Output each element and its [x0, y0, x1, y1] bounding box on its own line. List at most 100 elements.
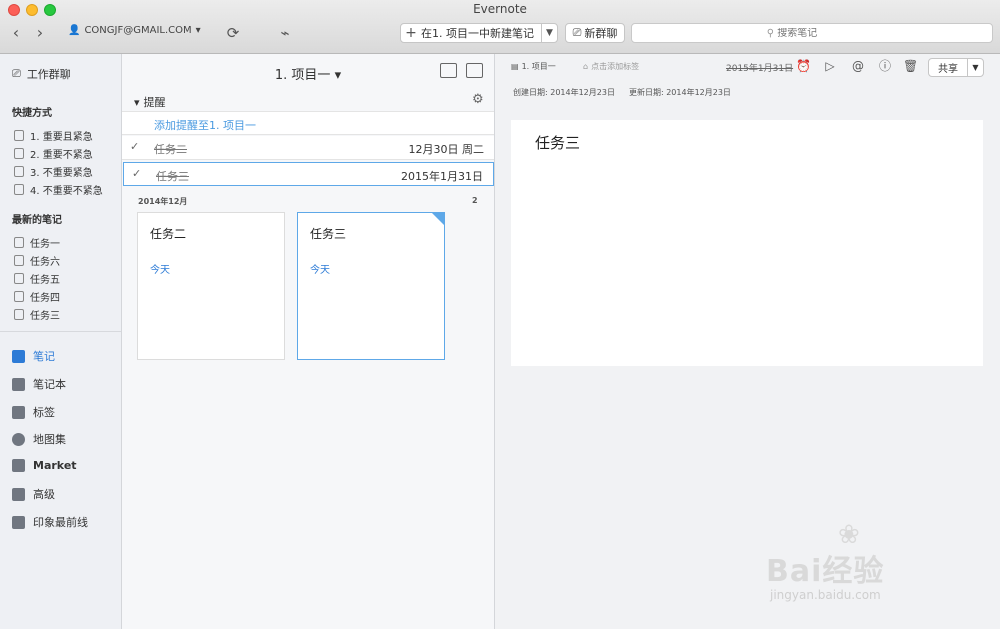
- share-button[interactable]: 共享 ▼: [928, 58, 984, 77]
- tag-input[interactable]: ⌂ 点击添加标签: [583, 61, 639, 72]
- info-icon[interactable]: ⓘ: [878, 59, 892, 73]
- window-title: Evernote: [473, 2, 527, 16]
- sidebar-item-frontline[interactable]: 印象最前线: [12, 514, 88, 530]
- sidebar-divider: [0, 331, 121, 332]
- reminder-name: 任务三: [156, 170, 189, 183]
- sidebar-item-notes[interactable]: 笔记: [12, 348, 55, 364]
- sidebar-item-label: 印象最前线: [33, 516, 88, 529]
- notebook-icon: [12, 377, 25, 391]
- sidebar-item-label: Market: [33, 459, 77, 472]
- chevron-down-icon[interactable]: ▼: [541, 24, 557, 42]
- reminder-row[interactable]: ✓ 任务二 12月30日 周二: [122, 136, 494, 160]
- shortcut-label: 2. 重要不紧急: [30, 150, 93, 161]
- notebook-label: 1. 项目一: [521, 62, 556, 71]
- note-card[interactable]: 任务二 今天: [137, 212, 285, 360]
- recent-note-item[interactable]: 任务四: [14, 289, 60, 304]
- notebook-icon: [14, 148, 24, 159]
- recent-note-item[interactable]: 任务一: [14, 235, 60, 250]
- recent-note-item[interactable]: 任务三: [14, 307, 60, 322]
- recent-note-item[interactable]: 任务六: [14, 253, 60, 268]
- view-options-icon[interactable]: [466, 63, 483, 78]
- tag-icon: [12, 405, 25, 419]
- notebook-icon: [14, 184, 24, 195]
- new-chat-button[interactable]: ⎚ 新群聊: [565, 23, 625, 43]
- shortcut-item[interactable]: 3. 不重要紧急: [14, 164, 93, 179]
- forward-arrow-icon[interactable]: ›: [30, 23, 50, 43]
- at-mention-icon[interactable]: @: [851, 59, 865, 73]
- premium-icon: [12, 487, 25, 501]
- trash-icon[interactable]: 🗑: [903, 59, 918, 73]
- reminder-row-selected[interactable]: ✓ 任务三 2015年1月31日: [123, 162, 494, 186]
- checkmark-icon[interactable]: ✓: [130, 140, 139, 153]
- back-arrow-icon[interactable]: ‹: [6, 23, 26, 43]
- sidebar-item-market[interactable]: Market: [12, 459, 77, 472]
- sidebar-item-label: 笔记: [33, 350, 55, 363]
- created-date: 创建日期: 2014年12月23日: [513, 88, 615, 97]
- note-icon: [14, 309, 24, 320]
- notes-icon: [12, 349, 25, 363]
- recent-note-item[interactable]: 任务五: [14, 271, 60, 286]
- add-reminder-label: 添加提醒至1. 项目一: [154, 119, 256, 132]
- toolbar: ‹ › 👤 CONGJF@GMAIL.COM ▾ ⟳ ⌁ + 在1. 项目一中新…: [0, 21, 1000, 47]
- activity-icon[interactable]: ⌁: [274, 23, 296, 43]
- reminders-heading[interactable]: ▾ 提醒: [134, 94, 166, 110]
- tag-placeholder: 点击添加标签: [591, 62, 640, 71]
- chat-icon: ⎚: [572, 26, 582, 39]
- shortcut-item[interactable]: 2. 重要不紧急: [14, 146, 93, 161]
- baidu-watermark: ❀ Bai经验 jingyan.baidu.com: [766, 520, 946, 610]
- shortcut-label: 1. 重要且紧急: [30, 132, 93, 143]
- shortcut-item[interactable]: 4. 不重要不紧急: [14, 182, 103, 197]
- sync-icon[interactable]: ⟳: [222, 23, 244, 43]
- account-switcher[interactable]: 👤 CONGJF@GMAIL.COM ▾: [68, 25, 201, 36]
- notebook-title-dropdown[interactable]: 1. 项目一 ▾: [122, 64, 494, 83]
- section-count: 2: [472, 196, 478, 205]
- sidebar-item-atlas[interactable]: 地图集: [12, 431, 66, 447]
- updated-date: 更新日期: 2014年12月23日: [628, 88, 731, 97]
- editor-toolbar: ▤ 1. 项目一 ⌂ 点击添加标签 2015年1月31日 ⏰ ▷ @ ⓘ 🗑 共…: [495, 54, 1000, 80]
- sidebar-item-work-chat[interactable]: ⎚ 工作群聊: [12, 66, 71, 82]
- alarm-clock-icon[interactable]: ⏰: [796, 59, 811, 73]
- note-list-header: 1. 项目一 ▾: [122, 54, 494, 90]
- note-list-panel: 1. 项目一 ▾ ▾ 提醒 ⚙ 添加提醒至1. 项目一 ✓ 任务二 12月30日…: [122, 54, 495, 629]
- add-reminder-row[interactable]: 添加提醒至1. 项目一: [122, 111, 494, 135]
- note-body[interactable]: 任务三: [511, 120, 983, 366]
- sidebar-item-label: 标签: [33, 406, 55, 419]
- note-meta: 创建日期: 2014年12月23日 更新日期: 2014年12月23日: [513, 87, 731, 98]
- reminder-name: 任务二: [154, 143, 187, 156]
- new-note-button[interactable]: + 在1. 项目一中新建笔记 ▼: [400, 23, 558, 43]
- recent-note-label: 任务六: [30, 257, 60, 268]
- note-card-title: 任务三: [310, 227, 347, 241]
- chevron-down-icon[interactable]: ▼: [967, 59, 983, 76]
- reminder-date[interactable]: 2015年1月31日: [726, 61, 793, 74]
- search-input[interactable]: [777, 27, 858, 39]
- sidebar-item-tags[interactable]: 标签: [12, 404, 55, 420]
- chevron-down-icon: ▾: [134, 95, 140, 109]
- notebook-title: 1. 项目一: [274, 68, 331, 83]
- sidebar-item-label: 笔记本: [33, 378, 66, 391]
- notebook-icon: [14, 130, 24, 141]
- share-label: 共享: [938, 64, 958, 75]
- gear-icon[interactable]: ⚙: [472, 92, 484, 107]
- chevron-down-icon: ▾: [334, 68, 342, 83]
- note-card-date: 今天: [310, 265, 330, 276]
- note-icon: [14, 255, 24, 266]
- account-email: CONGJF@GMAIL.COM: [84, 25, 192, 36]
- sidebar-item-premium[interactable]: 高级: [12, 486, 55, 502]
- note-title[interactable]: 任务三: [535, 132, 580, 153]
- plus-icon: +: [405, 25, 417, 41]
- presentation-icon[interactable]: ▷: [823, 59, 837, 73]
- share-notebook-icon[interactable]: [440, 63, 457, 78]
- recent-notes-heading: 最新的笔记: [12, 215, 62, 226]
- sidebar-item-label: 高级: [33, 488, 55, 501]
- tag-icon: ⌂: [583, 62, 589, 71]
- globe-icon: [12, 432, 25, 446]
- notebook-selector[interactable]: ▤ 1. 项目一: [511, 61, 556, 72]
- note-card-selected[interactable]: 任务三 今天: [297, 212, 445, 360]
- section-date-label: 2014年12月: [138, 197, 188, 206]
- checkmark-icon[interactable]: ✓: [132, 167, 141, 180]
- note-icon: [14, 237, 24, 248]
- sidebar-item-notebooks[interactable]: 笔记本: [12, 376, 66, 392]
- shortcut-item[interactable]: 1. 重要且紧急: [14, 128, 93, 143]
- search-box[interactable]: ⚲: [631, 23, 993, 43]
- megaphone-icon: [12, 515, 25, 529]
